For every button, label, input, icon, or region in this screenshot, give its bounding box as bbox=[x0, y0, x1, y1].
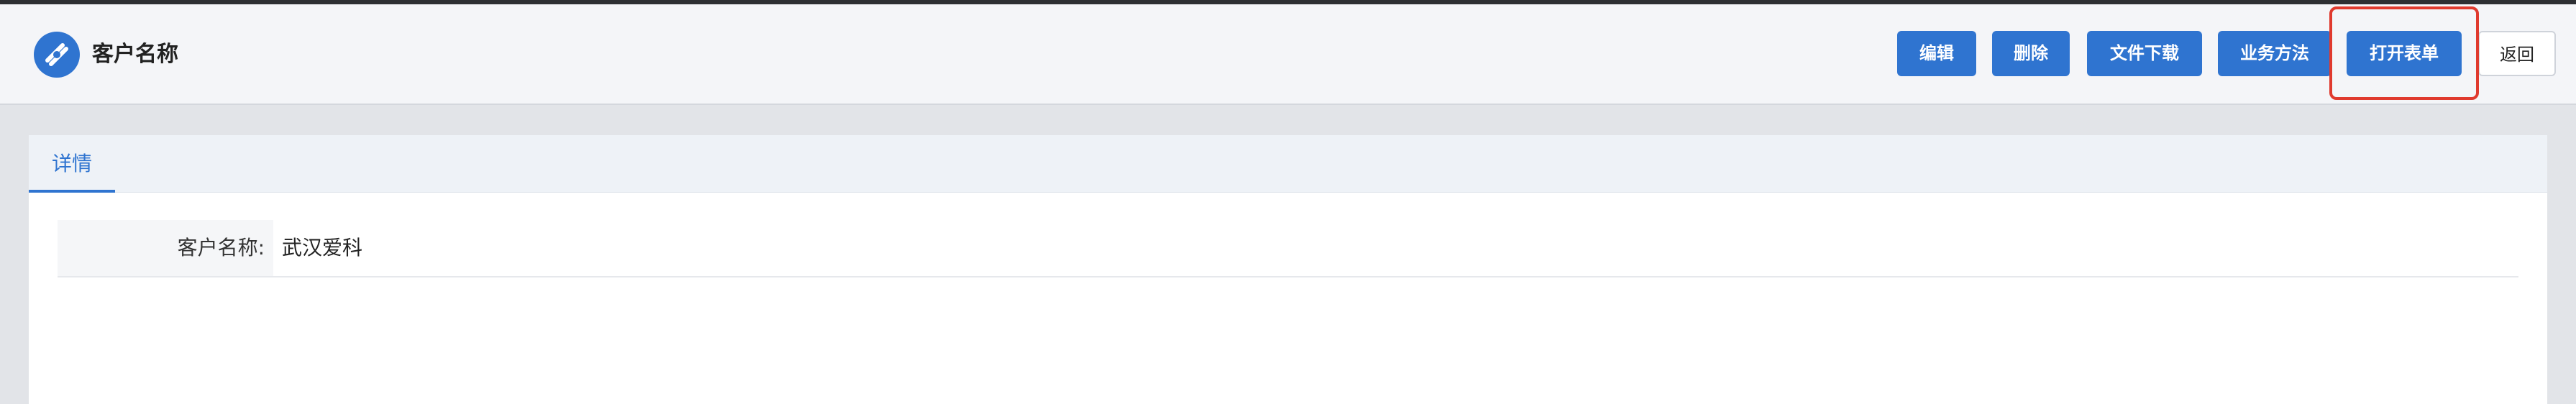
tab-details[interactable]: 详情 bbox=[29, 135, 115, 193]
app-logo-icon bbox=[34, 32, 80, 78]
delete-button[interactable]: 删除 bbox=[1992, 31, 2070, 76]
page-title: 客户名称 bbox=[92, 42, 178, 67]
page-header: 客户名称 编辑 删除 文件下载 业务方法 打开表单 返回 bbox=[0, 4, 2576, 105]
business-method-button[interactable]: 业务方法 bbox=[2218, 31, 2331, 76]
tab-bar: 详情 bbox=[29, 135, 2547, 193]
edit-button[interactable]: 编辑 bbox=[1897, 31, 1976, 76]
customer-name-value: 武汉爱科 bbox=[282, 236, 363, 260]
file-download-button[interactable]: 文件下载 bbox=[2087, 31, 2202, 76]
detail-panel: 详情 客户名称: 武汉爱科 bbox=[29, 135, 2547, 404]
customer-name-label: 客户名称: bbox=[58, 220, 273, 276]
open-form-highlight bbox=[2329, 6, 2479, 100]
back-button[interactable]: 返回 bbox=[2478, 31, 2556, 76]
field-row-customer-name: 客户名称: 武汉爱科 bbox=[58, 220, 2518, 277]
